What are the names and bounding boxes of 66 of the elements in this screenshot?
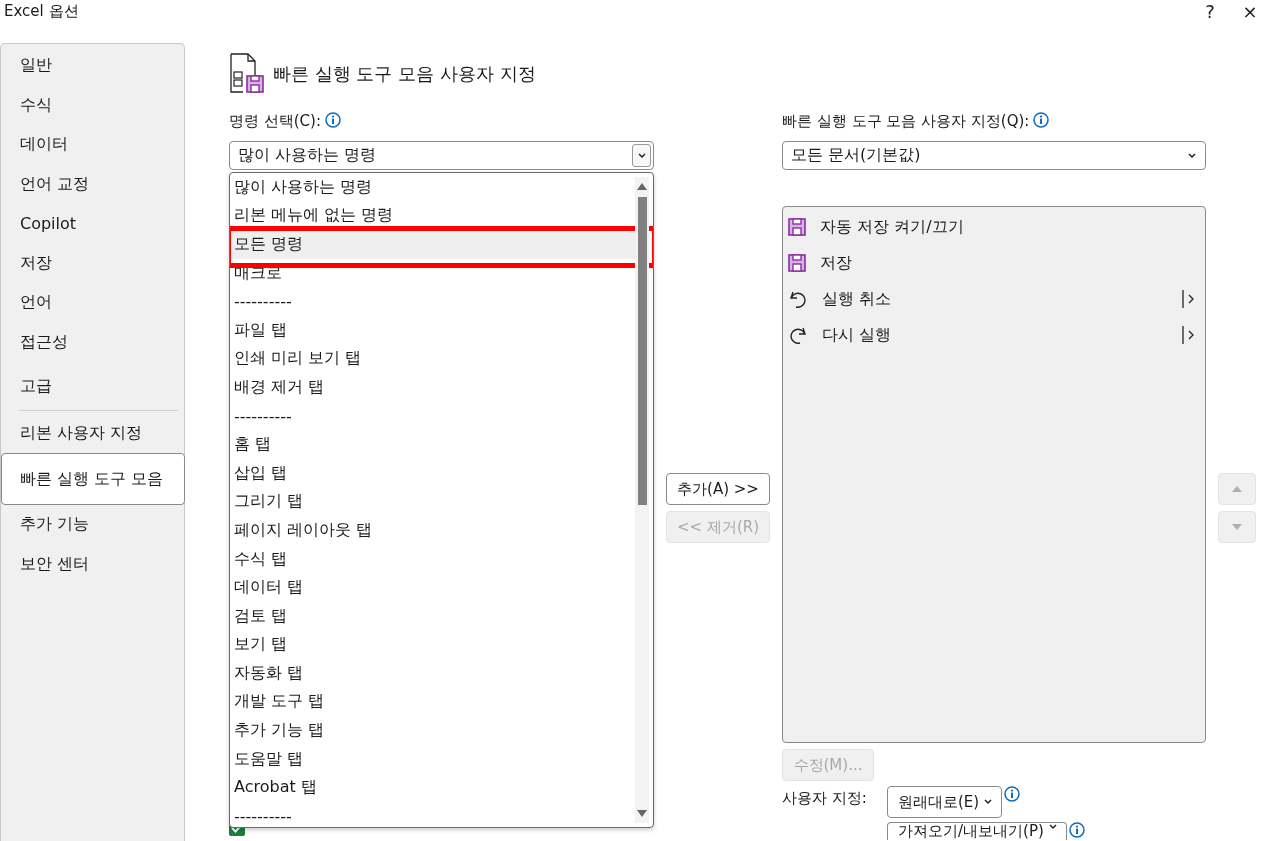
chevron-down-icon bbox=[1047, 823, 1058, 831]
sidebar-item[interactable]: 언어 bbox=[1, 283, 184, 323]
sidebar-item[interactable]: 저장 bbox=[1, 243, 184, 283]
reset-dropdown[interactable]: 원래대로(E) bbox=[887, 786, 1003, 818]
dropdown-option[interactable]: 인쇄 미리 보기 탭 bbox=[230, 344, 635, 374]
scrollbar[interactable] bbox=[635, 177, 649, 823]
dropdown-option[interactable]: ---------- bbox=[230, 802, 635, 827]
chevron-down-icon bbox=[636, 151, 647, 160]
dropdown-option[interactable]: 파일 탭 bbox=[230, 315, 635, 345]
import-export-dropdown[interactable]: 가져오기/내보내기(P) bbox=[887, 822, 1067, 840]
dropdown-option[interactable]: Acrobat 탭 bbox=[230, 773, 635, 803]
dropdown-option[interactable]: 수식 탭 bbox=[230, 544, 635, 574]
dropdown-option[interactable]: 홈 탭 bbox=[230, 430, 635, 459]
section-title: 빠른 실행 도구 모음 사용자 지정 bbox=[273, 62, 536, 86]
sidebar-item[interactable]: 추가 기능 bbox=[1, 505, 184, 545]
sidebar-item[interactable]: 리본 사용자 지정 bbox=[1, 413, 184, 453]
toolbar-command-item[interactable]: 다시 실행 bbox=[783, 317, 1205, 353]
sidebar-item[interactable]: 수식 bbox=[1, 85, 184, 125]
dropdown-option[interactable]: 그리기 탭 bbox=[230, 487, 635, 517]
dropdown-option[interactable]: 추가 기능 탭 bbox=[230, 716, 635, 745]
down-triangle-icon bbox=[1231, 523, 1243, 531]
window-title: Excel 옵션 bbox=[4, 1, 80, 21]
chevron-down-icon bbox=[983, 798, 994, 806]
undo-icon bbox=[788, 289, 808, 309]
dropdown-option[interactable]: 보기 탭 bbox=[230, 630, 635, 660]
sidebar-item[interactable]: 일반 bbox=[1, 46, 184, 86]
dropdown-option[interactable]: 모든 명령 bbox=[230, 230, 635, 259]
toolbar-scope-dropdown[interactable]: 모든 문서(기본값) bbox=[782, 141, 1206, 170]
toolbar-command-item[interactable]: 실행 취소 bbox=[783, 281, 1205, 317]
dropdown-option[interactable]: 리본 메뉴에 없는 명령 bbox=[230, 201, 635, 231]
dropdown-option[interactable]: ---------- bbox=[230, 401, 635, 431]
dropdown-option[interactable]: 자동화 탭 bbox=[230, 659, 635, 688]
info-icon[interactable] bbox=[1033, 112, 1050, 128]
dropdown-option[interactable]: 많이 사용하는 명령 bbox=[230, 173, 635, 202]
sidebar-item[interactable]: 데이터 bbox=[1, 125, 184, 165]
redo-icon bbox=[788, 325, 808, 345]
scroll-up-icon[interactable] bbox=[636, 181, 648, 191]
up-triangle-icon bbox=[1231, 485, 1243, 493]
info-icon[interactable] bbox=[1004, 786, 1021, 802]
toolbar-command-item[interactable]: 자동 저장 켜기/끄기 bbox=[783, 209, 1205, 245]
sidebar-item[interactable]: 언어 교정 bbox=[1, 164, 184, 204]
close-button[interactable]: × bbox=[1240, 0, 1260, 22]
add-button[interactable]: 추가(A) >> bbox=[666, 473, 770, 505]
info-icon[interactable] bbox=[1068, 822, 1085, 838]
sidebar-item[interactable]: 접근성 bbox=[1, 322, 184, 362]
sidebar-item[interactable]: 고급 bbox=[1, 367, 184, 407]
dropdown-option[interactable]: 삽입 탭 bbox=[230, 458, 635, 488]
dropdown-option[interactable]: 도움말 탭 bbox=[230, 744, 635, 774]
sidebar-item[interactable]: 빠른 실행 도구 모음 bbox=[1, 453, 185, 505]
info-icon[interactable] bbox=[325, 112, 341, 128]
field-label: 명령 선택(C): bbox=[229, 112, 321, 131]
chevron-down-icon bbox=[1187, 151, 1197, 160]
dropdown-option[interactable]: ---------- bbox=[230, 287, 635, 316]
dropdown-option[interactable]: 배경 제거 탭 bbox=[230, 373, 635, 402]
toolbar-command-item[interactable]: 저장 bbox=[783, 245, 1205, 281]
sidebar-item[interactable]: Copilot bbox=[1, 204, 184, 244]
dropdown-option[interactable]: 페이지 레이아웃 탭 bbox=[230, 516, 635, 545]
dropdown-option[interactable]: 검토 탭 bbox=[230, 601, 635, 631]
dropdown-option[interactable]: 데이터 탭 bbox=[230, 573, 635, 602]
help-button[interactable]: ? bbox=[1200, 0, 1220, 22]
field-label: 빠른 실행 도구 모음 사용자 지정(Q): bbox=[782, 112, 1030, 131]
sidebar-item[interactable]: 보안 센터 bbox=[1, 544, 184, 584]
scroll-down-icon[interactable] bbox=[636, 809, 648, 819]
dropdown-option[interactable]: 개발 도구 탭 bbox=[230, 687, 635, 717]
command-dropdown[interactable]: 많이 사용하는 명령 bbox=[229, 141, 654, 170]
customize-label: 사용자 지정: bbox=[782, 788, 868, 808]
